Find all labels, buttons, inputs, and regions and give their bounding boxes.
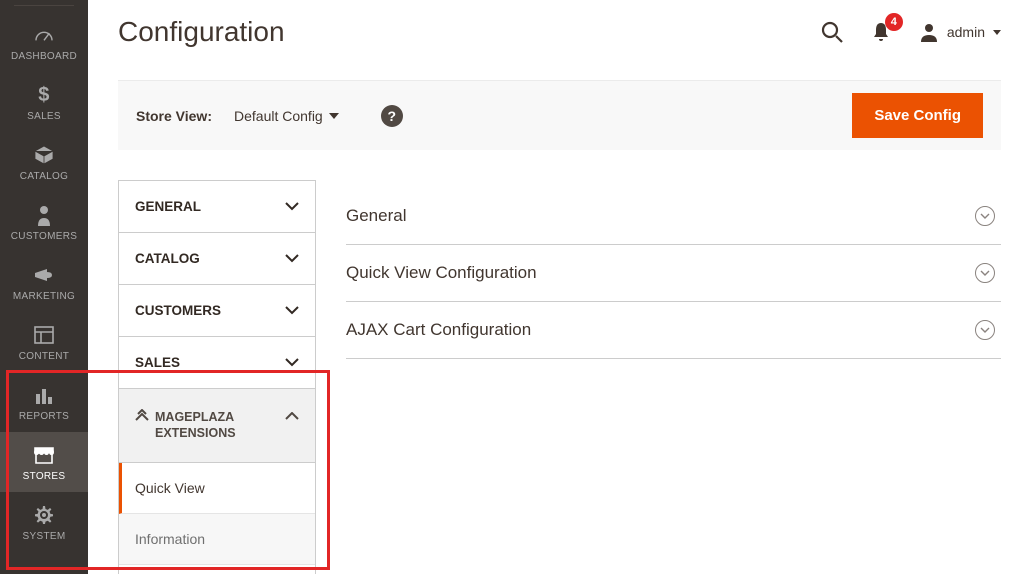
sidebar-item-customers[interactable]: CUSTOMERS — [0, 192, 88, 252]
store-view-switcher[interactable]: Default Config — [234, 108, 339, 124]
sidebar-item-system[interactable]: SYSTEM — [0, 492, 88, 552]
main-content: GENERAL CATALOG CUSTOMERS SALES MAGEPLAZ… — [118, 180, 1001, 574]
tab-sub-quick-view[interactable]: Quick View — [119, 463, 315, 514]
store-icon — [32, 443, 56, 467]
gear-icon — [32, 503, 56, 527]
tab-label: GENERAL — [135, 199, 201, 214]
chevron-down-icon — [285, 303, 299, 318]
mageplaza-icon — [135, 409, 149, 425]
sidebar-item-content[interactable]: CONTENT — [0, 312, 88, 372]
page-header: Configuration 4 admin — [88, 0, 1019, 64]
tab-sub-label: Information — [135, 531, 205, 547]
section-title: General — [346, 206, 406, 226]
tab-label: CUSTOMERS — [135, 303, 221, 318]
sidebar-item-sales[interactable]: $ SALES — [0, 72, 88, 132]
scope-bar: Store View: Default Config ? Save Config — [118, 80, 1001, 150]
sidebar-label: CONTENT — [19, 351, 69, 362]
admin-sidebar: DASHBOARD $ SALES CATALOG CUSTOMERS MARK… — [0, 0, 88, 574]
tab-label: CATALOG — [135, 251, 200, 266]
section-general[interactable]: General — [346, 188, 1001, 245]
section-quick-view-config[interactable]: Quick View Configuration — [346, 245, 1001, 302]
tab-group-mageplaza[interactable]: MAGEPLAZA EXTENSIONS — [119, 389, 315, 463]
store-view-label: Store View: — [136, 108, 212, 124]
sidebar-label: STORES — [23, 471, 66, 482]
dashboard-icon — [32, 23, 56, 47]
tab-general[interactable]: GENERAL — [119, 181, 315, 233]
tab-sub-label: Quick View — [135, 480, 205, 496]
tab-sales[interactable]: SALES — [119, 337, 315, 389]
sidebar-label: REPORTS — [19, 411, 69, 422]
notification-badge: 4 — [885, 13, 903, 31]
chevron-down-circle-icon — [975, 206, 995, 226]
person-icon — [32, 203, 56, 227]
sidebar-item-reports[interactable]: REPORTS — [0, 372, 88, 432]
tab-catalog[interactable]: CATALOG — [119, 233, 315, 285]
help-icon[interactable]: ? — [381, 105, 403, 127]
notifications-button[interactable]: 4 — [871, 21, 891, 43]
section-title: Quick View Configuration — [346, 263, 537, 283]
chevron-down-icon — [285, 199, 299, 214]
config-tabs: GENERAL CATALOG CUSTOMERS SALES MAGEPLAZ… — [118, 180, 316, 574]
tab-label: SALES — [135, 355, 180, 370]
sidebar-label: CUSTOMERS — [11, 231, 77, 242]
chevron-down-icon — [285, 251, 299, 266]
chevron-down-icon — [993, 30, 1001, 35]
layout-icon — [32, 323, 56, 347]
box-icon — [32, 143, 56, 167]
sidebar-label: MARKETING — [13, 291, 75, 302]
sidebar-item-dashboard[interactable]: DASHBOARD — [0, 12, 88, 72]
save-config-button[interactable]: Save Config — [852, 93, 983, 138]
sidebar-label: SYSTEM — [23, 531, 66, 542]
section-ajax-cart-config[interactable]: AJAX Cart Configuration — [346, 302, 1001, 359]
reports-icon — [32, 383, 56, 407]
tab-customers[interactable]: CUSTOMERS — [119, 285, 315, 337]
search-icon[interactable] — [821, 21, 843, 43]
sidebar-label: SALES — [27, 111, 61, 122]
sidebar-item-stores[interactable]: STORES — [0, 432, 88, 492]
chevron-down-circle-icon — [975, 263, 995, 283]
svg-text:$: $ — [38, 84, 49, 106]
chevron-up-icon — [285, 409, 299, 425]
store-view-value: Default Config — [234, 108, 323, 124]
chevron-down-circle-icon — [975, 320, 995, 340]
user-icon — [919, 22, 939, 42]
user-menu[interactable]: admin — [919, 22, 1001, 42]
page-title: Configuration — [118, 16, 285, 48]
chevron-down-icon — [329, 113, 339, 119]
dollar-icon: $ — [32, 83, 56, 107]
section-title: AJAX Cart Configuration — [346, 320, 531, 340]
sidebar-item-marketing[interactable]: MARKETING — [0, 252, 88, 312]
tab-sub-information[interactable]: Information — [119, 514, 315, 565]
user-name: admin — [947, 24, 985, 40]
config-sections: General Quick View Configuration AJAX Ca… — [346, 180, 1001, 574]
sidebar-item-catalog[interactable]: CATALOG — [0, 132, 88, 192]
tab-group-label: MAGEPLAZA EXTENSIONS — [155, 409, 285, 442]
sidebar-label: CATALOG — [20, 171, 68, 182]
sidebar-label: DASHBOARD — [11, 51, 77, 62]
chevron-down-icon — [285, 355, 299, 370]
megaphone-icon — [32, 263, 56, 287]
